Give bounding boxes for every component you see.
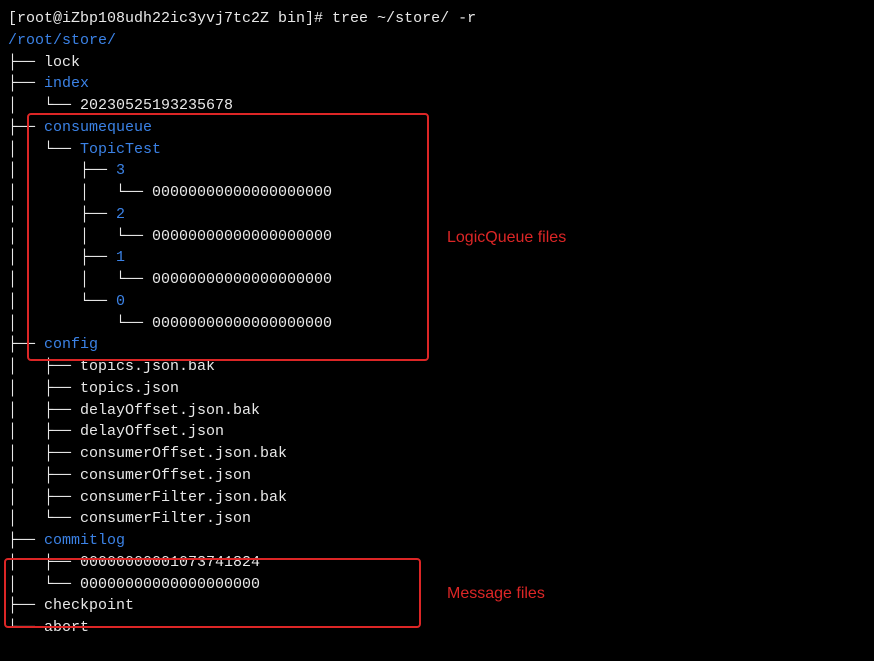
dir-queue-0: 0 [116, 293, 125, 310]
file-queue-2-data: 00000000000000000000 [152, 228, 332, 245]
file-abort: abort [44, 619, 89, 636]
dir-queue-2: 2 [116, 206, 125, 223]
file-delayoffset: delayOffset.json [80, 423, 224, 440]
file-queue-1-data: 00000000000000000000 [152, 271, 332, 288]
file-consumerfilter-bak: consumerFilter.json.bak [80, 489, 287, 506]
file-commitlog-1: 00000000001073741824 [80, 554, 260, 571]
tree-branch: ├── [8, 532, 44, 549]
file-queue-3-data: 00000000000000000000 [152, 184, 332, 201]
shell-prompt[interactable]: [root@iZbp108udh22ic3yvj7tc2Z bin]# tree… [8, 8, 866, 30]
dir-queue-1: 1 [116, 249, 125, 266]
tree-branch: │ ├── [8, 206, 116, 223]
tree-branch: │ ├── [8, 554, 80, 571]
tree-branch: │ └── [8, 141, 80, 158]
dir-commitlog: commitlog [44, 532, 125, 549]
tree-branch: │ ├── [8, 380, 80, 397]
tree-branch: │ └── [8, 510, 80, 527]
annotation-label-logicqueue: LogicQueue files [447, 226, 566, 249]
file-consumeroffset: consumerOffset.json [80, 467, 251, 484]
tree-branch: │ │ └── [8, 228, 152, 245]
file-consumeroffset-bak: consumerOffset.json.bak [80, 445, 287, 462]
tree-branch: │ └── [8, 97, 80, 114]
tree-branch: ├── [8, 54, 44, 71]
dir-topictest: TopicTest [80, 141, 161, 158]
tree-branch: │ │ └── [8, 271, 152, 288]
dir-index: index [44, 75, 89, 92]
file-checkpoint: checkpoint [44, 597, 134, 614]
file-lock: lock [44, 54, 80, 71]
file-consumerfilter: consumerFilter.json [80, 510, 251, 527]
tree-branch: │ │ └── [8, 184, 152, 201]
dir-queue-3: 3 [116, 162, 125, 179]
tree-branch: │ └── [8, 293, 116, 310]
tree-branch: │ ├── [8, 489, 80, 506]
file-topics: topics.json [80, 380, 179, 397]
tree-branch: ├── [8, 119, 44, 136]
tree-branch: │ ├── [8, 423, 80, 440]
file-commitlog-0: 00000000000000000000 [80, 576, 260, 593]
annotation-label-messagefiles: Message files [447, 582, 545, 605]
tree-branch: │ ├── [8, 445, 80, 462]
tree-branch: │ ├── [8, 358, 80, 375]
tree-branch: │ ├── [8, 162, 116, 179]
file-index-ts: 20230525193235678 [80, 97, 233, 114]
root-path: /root/store/ [8, 32, 116, 49]
dir-consumequeue: consumequeue [44, 119, 152, 136]
dir-config: config [44, 336, 98, 353]
tree-branch: ├── [8, 75, 44, 92]
file-topics-bak: topics.json.bak [80, 358, 215, 375]
file-delayoffset-bak: delayOffset.json.bak [80, 402, 260, 419]
tree-branch: │ └── [8, 315, 152, 332]
file-queue-0-data: 00000000000000000000 [152, 315, 332, 332]
tree-branch: │ ├── [8, 249, 116, 266]
tree-branch: │ ├── [8, 467, 80, 484]
tree-branch: ├── [8, 597, 44, 614]
tree-branch: ├── [8, 336, 44, 353]
tree-branch: │ └── [8, 576, 80, 593]
tree-branch: └── [8, 619, 44, 636]
tree-branch: │ ├── [8, 402, 80, 419]
